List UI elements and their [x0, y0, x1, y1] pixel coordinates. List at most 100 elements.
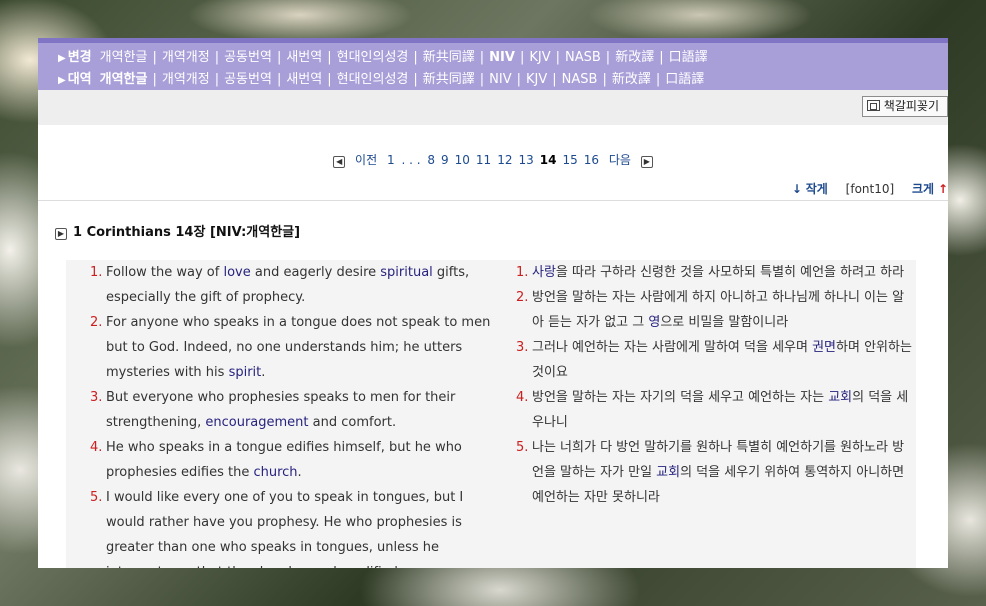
verse-text: .: [261, 365, 266, 380]
translation-link[interactable]: NIV: [489, 72, 511, 87]
verse-number: 2.: [516, 290, 529, 305]
verse: 2. For anyone who speaks in a tongue does…: [66, 310, 492, 385]
verse-number: 5.: [516, 440, 529, 455]
translation-link[interactable]: 개역한글: [100, 72, 148, 87]
translation-link[interactable]: NASB: [562, 72, 598, 87]
verse: 2. 방언을 말하는 자는 사람에게 하지 아니하고 하나님께 하나니 이는 알아…: [514, 285, 916, 335]
page-link[interactable]: 14: [540, 153, 557, 167]
keyword-link[interactable]: 영: [648, 315, 660, 330]
verse: 1. 사랑을 따라 구하라 신령한 것을 사모하되 특별히 예언을 하려고 하라: [514, 260, 916, 285]
next-arrow-icon[interactable]: ▶: [640, 156, 653, 168]
verse-text: 그러나 예언하는 자는 사람에게 말하여 덕을 세우며: [532, 340, 813, 355]
translation-link[interactable]: KJV: [526, 72, 547, 87]
triangle-right-icon: ▶: [58, 75, 66, 86]
page-link-first[interactable]: 1: [387, 153, 395, 167]
translation-link[interactable]: 공동번역: [224, 72, 272, 87]
verse: 4. He who speaks in a tongue edifies hims…: [66, 435, 492, 485]
keyword-link[interactable]: church: [253, 465, 297, 480]
keyword-link[interactable]: 권면: [812, 340, 836, 355]
keyword-link[interactable]: spiritual: [380, 265, 433, 280]
korean-verses-column: 1. 사랑을 따라 구하라 신령한 것을 사모하되 특별히 예언을 하려고 하라 2…: [514, 260, 916, 510]
divider: [38, 200, 948, 201]
chapter-heading: ▶ 1 Corinthians 14장 [NIV:개역한글]: [55, 221, 300, 240]
font-smaller-link[interactable]: 작게: [806, 182, 828, 196]
separator: |: [152, 72, 157, 87]
translation-link[interactable]: 새번역: [286, 50, 322, 65]
translation-link[interactable]: 새번역: [286, 72, 322, 87]
keyword-link[interactable]: love: [223, 265, 250, 280]
change-translation-row: ▶ 변경 개역한글 | 개역개정 | 공동번역 | 새번역 | 현대인의성경 | 新共同譯 | NIV | KJ…: [58, 47, 948, 69]
separator: |: [276, 72, 282, 87]
separator: |: [519, 50, 525, 65]
parallel-translation-list: 개역한글 | 개역개정 | 공동번역 | 새번역 | 현대인의성경 | 新共同譯 | NIV | KJV | N…: [100, 72, 705, 87]
separator: |: [479, 50, 485, 65]
separator: |: [552, 72, 557, 87]
separator: |: [659, 50, 664, 65]
keyword-link[interactable]: 교회: [828, 390, 852, 405]
verse-text: 을 따라 구하라 신령한 것을 사모하되 특별히 예언을 하려고 하라: [555, 265, 905, 280]
translation-link[interactable]: 현대인의성경: [337, 50, 409, 65]
translation-link[interactable]: 개역한글: [100, 50, 148, 65]
next-link[interactable]: 다음: [609, 153, 631, 167]
toolbar: 책갈피꽂기: [38, 90, 948, 125]
verse-number: 3.: [516, 340, 529, 355]
page-link[interactable]: 10: [455, 153, 470, 167]
arrow-up-icon: ↑: [937, 182, 948, 196]
font-bigger-link[interactable]: 크게: [912, 182, 934, 196]
change-translation-list: 개역한글 | 개역개정 | 공동번역 | 새번역 | 현대인의성경 | 新共同譯 | NIV | KJV | N…: [100, 50, 708, 65]
translation-bar: ▶ 변경 개역한글 | 개역개정 | 공동번역 | 새번역 | 현대인의성경 | 新共同譯 | NIV | KJ…: [38, 38, 948, 90]
parallel-translation-row: ▶ 대역 개역한글 | 개역개정 | 공동번역 | 새번역 | 현대인의성경 | 新共同譯 | NIV | KJ…: [58, 69, 948, 91]
page-link[interactable]: 16: [584, 153, 599, 167]
separator: |: [479, 72, 485, 87]
keyword-link[interactable]: 사랑: [532, 265, 556, 280]
font-size-control: ↓ 작게 [font10] 크게 ↑: [792, 180, 948, 197]
prev-link[interactable]: 이전: [355, 153, 377, 167]
separator: |: [214, 72, 220, 87]
keyword-link[interactable]: encouragement: [205, 415, 308, 430]
page-link[interactable]: 15: [562, 153, 577, 167]
page-link[interactable]: 13: [518, 153, 533, 167]
translation-link[interactable]: 新共同譯: [423, 50, 475, 65]
translation-link[interactable]: 新共同譯: [423, 72, 475, 87]
keyword-link[interactable]: spirit: [229, 365, 262, 380]
verse-text: For anyone who speaks in a tongue does n…: [106, 315, 491, 380]
translation-link[interactable]: KJV: [529, 50, 550, 65]
translation-link[interactable]: 개역개정: [162, 50, 210, 65]
page-link[interactable]: 9: [441, 153, 449, 167]
font-name: [font10]: [845, 182, 895, 196]
translation-link[interactable]: 新改譯: [615, 50, 654, 65]
prev-arrow-icon[interactable]: ◀: [333, 156, 346, 168]
translation-link[interactable]: 口語譯: [665, 72, 704, 87]
bookmark-button[interactable]: 책갈피꽂기: [861, 96, 948, 117]
verse-number: 4.: [516, 390, 529, 405]
separator: |: [555, 50, 560, 65]
separator: |: [605, 50, 611, 65]
separator: |: [327, 72, 332, 87]
change-label: 변경: [67, 50, 92, 65]
separator: |: [516, 72, 522, 87]
translation-link[interactable]: 공동번역: [224, 50, 272, 65]
translation-link[interactable]: NIV: [489, 50, 515, 65]
page-link[interactable]: 8: [427, 153, 435, 167]
keyword-link[interactable]: 교회: [656, 465, 680, 480]
verse: 1. Follow the way of love and eagerly des…: [66, 260, 492, 310]
verse: 4. 방언을 말하는 자는 자기의 덕을 세우고 예언하는 자는 교회의 덕을 세…: [514, 385, 916, 435]
translation-link[interactable]: 현대인의성경: [337, 72, 409, 87]
translation-link[interactable]: NASB: [565, 50, 601, 65]
verse: 3. 그러나 예언하는 자는 사람에게 말하여 덕을 세우며 권면하며 안위하는 …: [514, 335, 916, 385]
triangle-right-icon: ▶: [58, 53, 66, 64]
translation-link[interactable]: 口語譯: [669, 50, 708, 65]
page-links: 8 9 10 11 12 13 14 15 16: [424, 153, 602, 167]
verse-number: 5.: [90, 490, 103, 505]
translation-link[interactable]: 新改譯: [612, 72, 651, 87]
english-verses-column: 1. Follow the way of love and eagerly des…: [66, 260, 492, 568]
pagination-ellipsis: . . .: [401, 153, 421, 167]
verse-number: 1.: [516, 265, 529, 280]
translation-link[interactable]: 개역개정: [162, 72, 210, 87]
page-link[interactable]: 11: [476, 153, 491, 167]
verse-number: 2.: [90, 315, 103, 330]
separator: |: [413, 50, 418, 65]
page-link[interactable]: 12: [497, 153, 512, 167]
bible-reader-window: ▶ 변경 개역한글 | 개역개정 | 공동번역 | 새번역 | 현대인의성경 | 新共同譯 | NIV | KJ…: [38, 38, 948, 568]
chapter-toggle-icon[interactable]: ▶: [55, 228, 67, 240]
